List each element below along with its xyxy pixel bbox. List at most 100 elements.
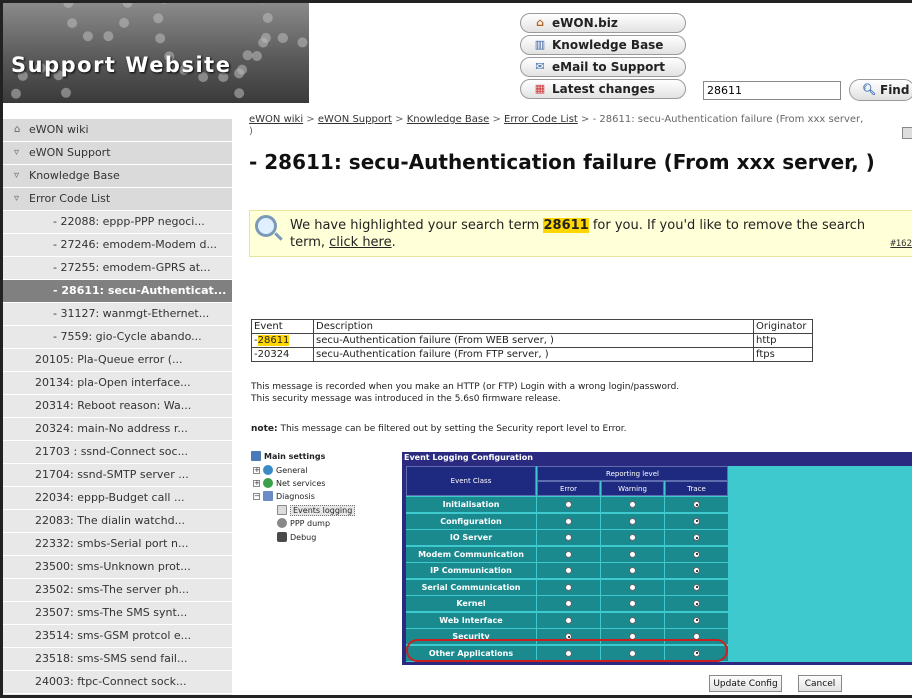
tree-root-label: Main settings (264, 451, 326, 461)
knowledge-base-link[interactable]: ▥ Knowledge Base (520, 35, 686, 55)
level-radio-warning[interactable] (629, 550, 636, 558)
sidebar-item[interactable]: ▿ eWON Support (3, 142, 232, 165)
site-banner[interactable]: Support Website (3, 3, 309, 103)
body-paragraph: This message is recorded when you make a… (251, 382, 680, 392)
collapse-icon[interactable]: − (253, 492, 260, 500)
ewon-biz-link[interactable]: ⌂ eWON.biz (520, 13, 686, 33)
sidebar-item[interactable]: 23507: sms-The SMS synt... (3, 602, 232, 625)
level-radio-error[interactable] (565, 501, 572, 508)
highlighted-term: 28611 (543, 218, 589, 233)
breadcrumb-link[interactable]: eWON wiki (249, 114, 303, 125)
event-class-label: Configuration (406, 513, 536, 529)
sidebar-item[interactable]: 24003: ftpc-Connect sock... (3, 671, 232, 694)
sidebar-item[interactable]: - 31127: wanmgt-Ethernet... (3, 303, 232, 326)
level-radio-warning[interactable] (629, 583, 636, 591)
sidebar-item[interactable]: 23518: sms-SMS send fail... (3, 648, 232, 671)
event-class-label: IO Server (406, 530, 536, 545)
sidebar-item[interactable]: 20314: Reboot reason: Wa... (3, 395, 232, 418)
level-radio-trace[interactable] (693, 600, 700, 607)
tree-node-label: Events logging (290, 504, 356, 516)
find-button[interactable]: 🔍︎ Find (849, 79, 912, 101)
level-radio-warning[interactable] (629, 567, 636, 574)
tree-node-general[interactable]: + General (253, 464, 308, 476)
tree-node-events-logging[interactable]: Events logging (277, 504, 356, 516)
level-radio-warning[interactable] (629, 534, 636, 541)
sidebar-item-label: 23502: sms-The server ph... (35, 583, 190, 596)
printer-icon[interactable] (902, 127, 912, 139)
level-radio-trace[interactable] (693, 517, 700, 525)
level-radio-error[interactable] (565, 550, 572, 558)
sidebar-item[interactable]: 21703 : ssnd-Connect soc... (3, 441, 232, 464)
ewon-biz-label: eWON.biz (552, 16, 618, 30)
breadcrumb-tail: ) (249, 126, 253, 137)
sidebar-item[interactable]: 22083: The dialin watchd... (3, 510, 232, 533)
level-radio-error[interactable] (565, 567, 572, 574)
sidebar-item[interactable]: 20105: Pla-Queue error (... (3, 349, 232, 372)
expand-icon[interactable]: + (253, 479, 260, 487)
latest-changes-link[interactable]: ▦ Latest changes (520, 79, 686, 99)
level-radio-trace[interactable] (693, 583, 700, 591)
calendar-icon: ▦ (534, 82, 546, 95)
breadcrumb-link[interactable]: Error Code List (504, 114, 578, 125)
sidebar-item[interactable]: - 28611: secu-Authenticat... (3, 280, 232, 303)
tree-node-label: Diagnosis (276, 491, 315, 501)
sidebar-item[interactable]: ⌂ eWON wiki (3, 119, 232, 142)
sidebar-item-label: - 27246: emodem-Modem d... (53, 238, 217, 251)
tree-root[interactable]: Main settings (251, 450, 325, 462)
breadcrumb-link[interactable]: Knowledge Base (407, 114, 490, 125)
sidebar-item[interactable]: - 27246: emodem-Modem d... (3, 234, 232, 257)
cancel-button[interactable]: Cancel (798, 675, 842, 692)
tree-node-diagnosis[interactable]: − Diagnosis (253, 490, 315, 502)
level-radio-trace[interactable] (693, 501, 700, 508)
sidebar-item[interactable]: 21704: ssnd-SMTP server ... (3, 464, 232, 487)
settings-icon (251, 451, 261, 461)
level-radio-warning[interactable] (629, 616, 636, 624)
level-radio-error[interactable] (565, 517, 572, 525)
sidebar-item[interactable]: 20134: pla-Open interface... (3, 372, 232, 395)
sidebar-item[interactable]: - 7559: gio-Cycle abando... (3, 326, 232, 349)
search-input[interactable] (703, 81, 841, 100)
level-radio-error[interactable] (565, 534, 572, 541)
remove-highlight-link[interactable]: click here (329, 235, 391, 250)
sidebar-item-label: 23500: sms-Unknown prot... (35, 560, 191, 573)
sidebar-item[interactable]: - 27255: emodem-GPRS at... (3, 257, 232, 280)
sidebar-item[interactable]: 23500: sms-Unknown prot... (3, 556, 232, 579)
level-radio-error[interactable] (565, 600, 572, 607)
sidebar-item-label: 23507: sms-The SMS synt... (35, 606, 188, 619)
level-radio-warning[interactable] (629, 517, 636, 525)
sidebar-item[interactable]: 23502: sms-The server ph... (3, 579, 232, 602)
level-radio-warning[interactable] (629, 501, 636, 508)
level-radio-error[interactable] (565, 583, 572, 591)
tree-node-net-services[interactable]: + Net services (253, 477, 325, 489)
email-support-link[interactable]: ✉ eMail to Support (520, 57, 686, 77)
level-radio-error[interactable] (565, 616, 572, 624)
sidebar-item[interactable]: 23514: sms-GSM protcol e... (3, 625, 232, 648)
tree-node-debug[interactable]: Debug (277, 531, 316, 543)
level-radio-trace[interactable] (693, 567, 700, 574)
sidebar-item-label: 20324: main-No address r... (35, 422, 188, 435)
sidebar-item-label: eWON wiki (29, 123, 89, 136)
level-radio-trace[interactable] (693, 550, 700, 558)
level-radio-warning[interactable] (629, 600, 636, 607)
level-radio-trace[interactable] (693, 534, 700, 541)
sidebar-item[interactable]: - 22088: eppp-PPP negoci... (3, 211, 232, 234)
knowledge-base-label: Knowledge Base (552, 38, 664, 52)
update-config-button[interactable]: Update Config (709, 675, 782, 692)
sidebar-item[interactable]: ▿ Knowledge Base (3, 165, 232, 188)
sidebar-item[interactable]: 22034: eppp-Budget call ... (3, 487, 232, 510)
magnifier-icon (255, 215, 277, 237)
sidebar-item-label: 23518: sms-SMS send fail... (35, 652, 188, 665)
expand-icon[interactable]: + (253, 466, 260, 474)
sidebar-item[interactable]: 22332: smbs-Serial port n... (3, 533, 232, 556)
sidebar-item[interactable]: 20324: main-No address r... (3, 418, 232, 441)
breadcrumb-link[interactable]: eWON Support (318, 114, 392, 125)
level-radio-trace[interactable] (693, 616, 700, 624)
tree-node-ppp-dump[interactable]: PPP dump (277, 517, 330, 529)
tree-node-label: Debug (290, 532, 317, 542)
sidebar-item[interactable]: 24017: ftpc-FTP Srv error... (3, 694, 232, 695)
panel-title: Event Logging Configuration (404, 453, 533, 462)
event-cell: -20324 (251, 347, 314, 362)
highlighted-event-code: 28611 (257, 335, 290, 346)
anchor-link[interactable]: #162 (890, 239, 912, 249)
sidebar-item[interactable]: ▿ Error Code List (3, 188, 232, 211)
